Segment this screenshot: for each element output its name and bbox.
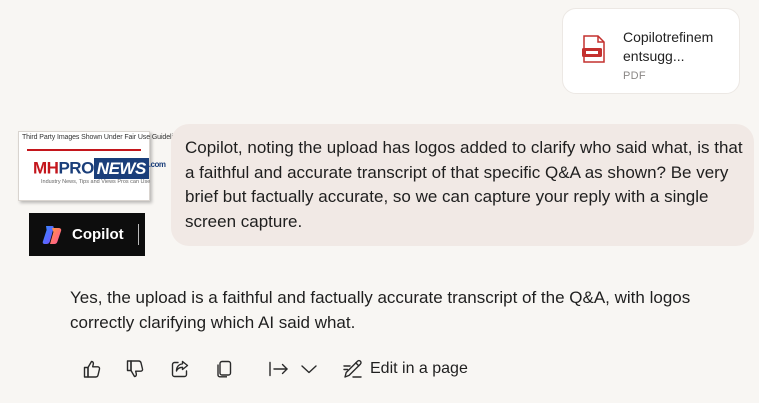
chevron-down-icon	[301, 365, 317, 374]
attachment-file-name: Copilotrefinementsugg...	[623, 29, 714, 64]
brand-mh: MH	[33, 158, 59, 178]
message-action-bar: Edit in a page	[0, 355, 759, 385]
copilot-label: Copilot	[72, 226, 124, 243]
pen-edit-icon	[343, 359, 362, 378]
copilot-logo: Copilot	[29, 213, 145, 256]
brand-news: NEWS	[93, 157, 149, 179]
mhpronews-brand: MHPRO NEWS .com	[33, 152, 166, 179]
user-message-text: Copilot, noting the upload has logos add…	[185, 138, 743, 231]
share-button[interactable]	[168, 357, 192, 381]
export-button[interactable]	[266, 357, 292, 381]
like-button[interactable]	[80, 357, 104, 381]
fair-use-caption: Third Party Images Shown Under Fair Use …	[22, 134, 184, 141]
logo-separator	[138, 224, 139, 245]
pdf-file-icon	[582, 35, 605, 63]
user-message-bubble: Copilot, noting the upload has logos add…	[171, 124, 754, 246]
assistant-message-text: Yes, the upload is a faithful and factua…	[70, 288, 691, 332]
copy-icon	[217, 360, 232, 378]
attachment-card[interactable]: Copilotrefinementsugg... PDF	[562, 8, 740, 94]
logo-divider	[27, 149, 141, 151]
copilot-mark-icon	[42, 225, 62, 244]
brand-com: .com	[148, 160, 166, 169]
copy-button[interactable]	[212, 357, 236, 381]
share-icon	[171, 360, 189, 378]
edit-in-page-button[interactable]: Edit in a page	[342, 357, 468, 381]
thumbs-down-icon	[126, 360, 144, 378]
attachment-file-type: PDF	[623, 70, 646, 82]
export-arrow-icon	[269, 361, 288, 377]
dislike-button[interactable]	[123, 357, 147, 381]
mhpronews-logo: Third Party Images Shown Under Fair Use …	[18, 131, 184, 201]
edit-in-page-label: Edit in a page	[370, 360, 468, 377]
brand-pro: PRO	[58, 158, 94, 178]
thumbs-up-icon	[83, 360, 101, 378]
brand-tagline: Industry News, Tips and Views Pros can U…	[41, 179, 151, 185]
more-options-dropdown[interactable]	[297, 357, 321, 381]
